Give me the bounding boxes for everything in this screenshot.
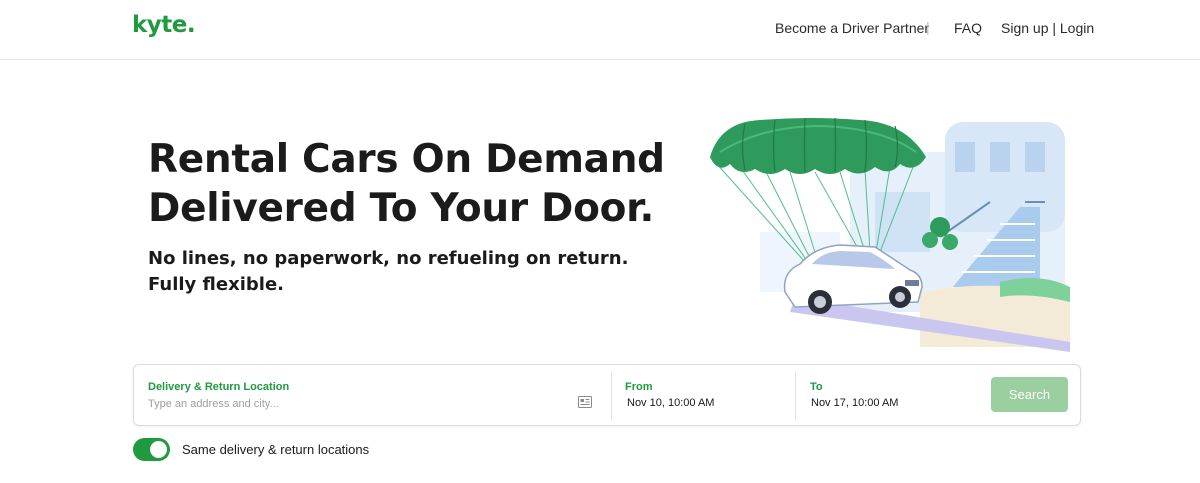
toggle-knob (150, 441, 167, 458)
location-input[interactable] (148, 395, 568, 413)
parachute-car-illustration (710, 117, 1070, 352)
address-card-icon[interactable] (578, 396, 592, 408)
hero-title-line-2: Delivered To Your Door. (148, 186, 654, 231)
house-upper (945, 122, 1065, 232)
house-window (1025, 142, 1045, 172)
nav-faq[interactable]: FAQ (954, 20, 982, 36)
hero-subtitle-line-2: Fully flexible. (148, 274, 284, 295)
field-divider (795, 371, 796, 421)
site-header: kyte. Become a Driver Partner | FAQ Sign… (0, 0, 1200, 60)
same-location-label: Same delivery & return locations (182, 442, 370, 457)
hero-title: Rental Cars On Demand Delivered To Your … (148, 135, 665, 233)
kyte-logo[interactable]: kyte. (132, 12, 196, 38)
house-window (990, 142, 1010, 172)
same-location-toggle[interactable] (133, 438, 170, 461)
rental-search-bar: Delivery & Return Location From Nov 10, … (133, 364, 1081, 426)
hero-subtitle: No lines, no paperwork, no refueling on … (148, 246, 628, 298)
to-datetime-field[interactable]: Nov 17, 10:00 AM (811, 397, 898, 409)
field-divider (611, 371, 612, 421)
nav-separator: | (926, 19, 930, 35)
hero-title-line-1: Rental Cars On Demand (148, 137, 665, 182)
location-label: Delivery & Return Location (148, 381, 290, 393)
logo-text: kyte (132, 12, 187, 38)
search-button[interactable]: Search (991, 377, 1068, 412)
from-datetime-field[interactable]: Nov 10, 10:00 AM (627, 397, 714, 409)
house-window (955, 142, 975, 172)
nav-become-driver-partner[interactable]: Become a Driver Partner (775, 20, 929, 36)
hero-subtitle-line-1: No lines, no paperwork, no refueling on … (148, 248, 629, 269)
nav-signup-login[interactable]: Sign up | Login (1001, 20, 1094, 36)
logo-dot: . (186, 12, 196, 38)
to-label: To (810, 381, 823, 393)
from-label: From (625, 381, 653, 393)
